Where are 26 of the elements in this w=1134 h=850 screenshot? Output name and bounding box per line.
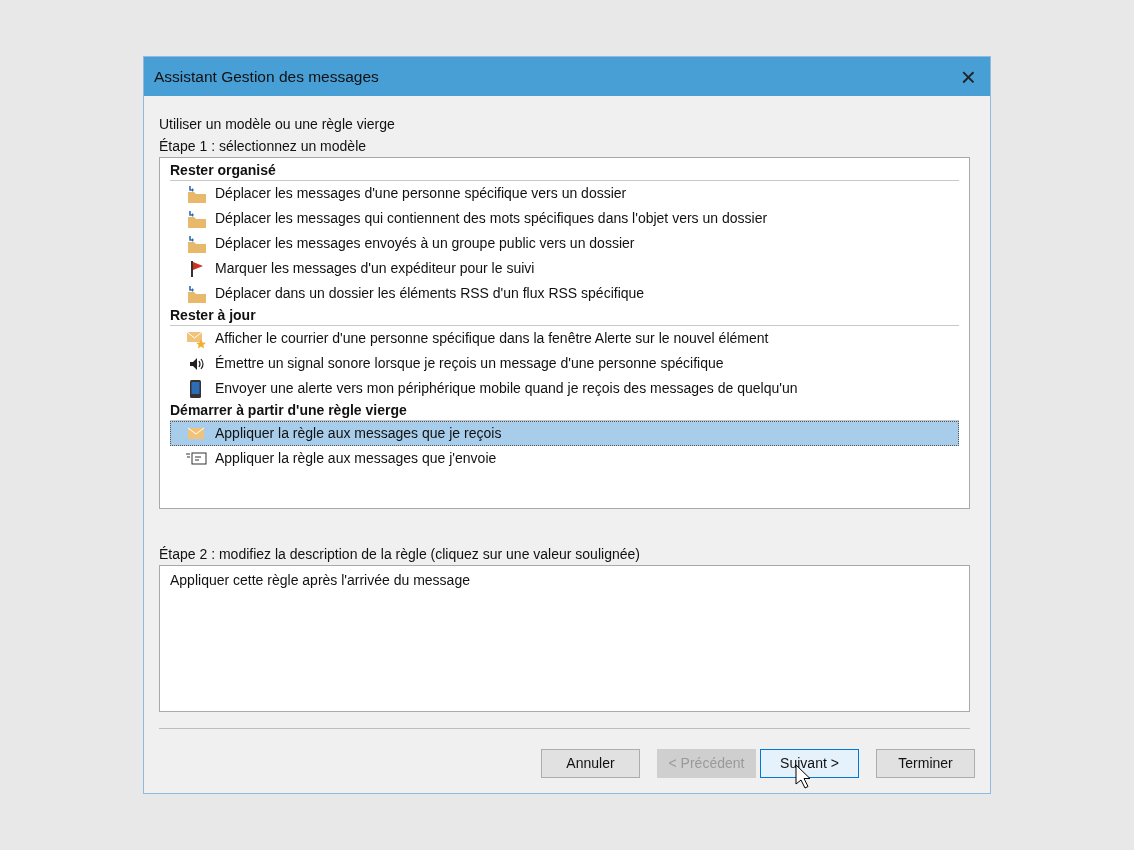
template-item[interactable]: Afficher le courrier d'une personne spécifique dans la fenêtre Alerte sur le nouvel élément	[170, 326, 959, 351]
template-item[interactable]: Déplacer les messages envoyés à un groupe public vers un dossier	[170, 231, 959, 256]
outgoing-mail-icon	[185, 449, 207, 468]
mail-star-icon	[185, 329, 207, 348]
step-label: Étape 1 : sélectionnez un modèle	[159, 137, 368, 156]
intro-text: Utiliser un modèle ou une règle vierge	[159, 115, 396, 134]
folder-icon	[185, 209, 207, 228]
dialog-button[interactable]: Annuler	[541, 749, 640, 778]
template-item[interactable]: Déplacer les messages d'une personne spécifique vers un dossier	[170, 181, 959, 206]
folder-icon	[185, 284, 207, 303]
description-text: Appliquer cette règle après l'arrivée du message	[170, 572, 470, 588]
template-item[interactable]: Appliquer la règle aux messages que je reçois	[170, 421, 959, 446]
template-item[interactable]: Appliquer la règle aux messages que j'envoie	[170, 446, 959, 471]
group-heading: Rester à jour	[170, 306, 959, 326]
template-item[interactable]: Déplacer les messages qui contiennent des mots spécifiques dans l'objet vers un dossier	[170, 206, 959, 231]
group-heading: Rester organisé	[170, 161, 959, 181]
template-item[interactable]: Marquer les messages d'un expéditeur pour le suivi	[170, 256, 959, 281]
template-item[interactable]: Déplacer dans un dossier les éléments RSS d'un flux RSS spécifique	[170, 281, 959, 306]
close-button[interactable]: ×	[956, 63, 980, 90]
folder-icon	[185, 234, 207, 253]
template-item[interactable]: Envoyer une alerte vers mon périphérique mobile quand je reçois des messages de quelqu'un	[170, 376, 959, 401]
step-label: Étape 2 : modifiez la description de la règle (cliquez sur une valeur soulignée)	[159, 545, 641, 564]
window-title: Assistant Gestion des messages	[154, 66, 379, 87]
dialog-button[interactable]: Terminer	[876, 749, 975, 778]
folder-icon	[185, 184, 207, 203]
template-item[interactable]: Émettre un signal sonore lorsque je reçois un message d'une personne spécifique	[170, 351, 959, 376]
